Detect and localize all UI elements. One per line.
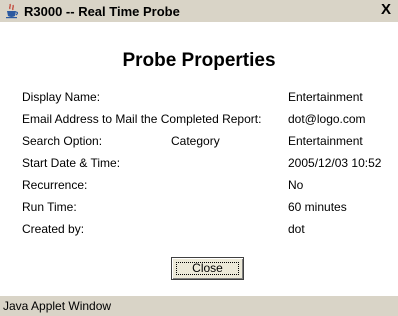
property-row-search-option: Search Option: Category Entertainment	[22, 134, 392, 152]
property-label: Recurrence:	[22, 178, 88, 192]
close-button-label: Close	[192, 261, 223, 275]
property-label: Display Name:	[22, 90, 101, 104]
property-row-email: Email Address to Mail the Completed Repo…	[22, 112, 392, 130]
property-value: dot@logo.com	[288, 112, 366, 126]
property-row-start-date: Start Date & Time: 2005/12/03 10:52	[22, 156, 392, 174]
property-row-recurrence: Recurrence: No	[22, 178, 392, 196]
property-row-run-time: Run Time: 60 minutes	[22, 200, 392, 218]
status-bar: Java Applet Window	[0, 296, 398, 316]
close-button[interactable]: Close	[171, 257, 244, 280]
java-cup-icon	[4, 3, 20, 19]
property-row-created-by: Created by: dot	[22, 222, 392, 240]
property-value: Entertainment	[288, 134, 363, 148]
property-value: dot	[288, 222, 305, 236]
property-label: Search Option:	[22, 134, 103, 148]
property-value: 2005/12/03 10:52	[288, 156, 382, 170]
title-bar[interactable]: R3000 -- Real Time Probe X	[0, 0, 398, 22]
property-label: Start Date & Time:	[22, 156, 121, 170]
page-title: Probe Properties	[122, 50, 276, 71]
probe-properties-window: R3000 -- Real Time Probe X Probe Propert…	[0, 0, 398, 316]
property-label: Email Address to Mail the Completed Repo…	[22, 112, 262, 126]
property-label: Created by:	[22, 222, 85, 236]
property-row-display-name: Display Name: Entertainment	[22, 90, 392, 108]
property-sub-value: Category	[171, 134, 220, 148]
window-title: R3000 -- Real Time Probe	[24, 3, 180, 19]
property-value: No	[288, 178, 304, 192]
property-value: 60 minutes	[288, 200, 347, 214]
property-value: Entertainment	[288, 90, 363, 104]
property-label: Run Time:	[22, 200, 77, 214]
close-window-icon[interactable]: X	[378, 2, 394, 18]
